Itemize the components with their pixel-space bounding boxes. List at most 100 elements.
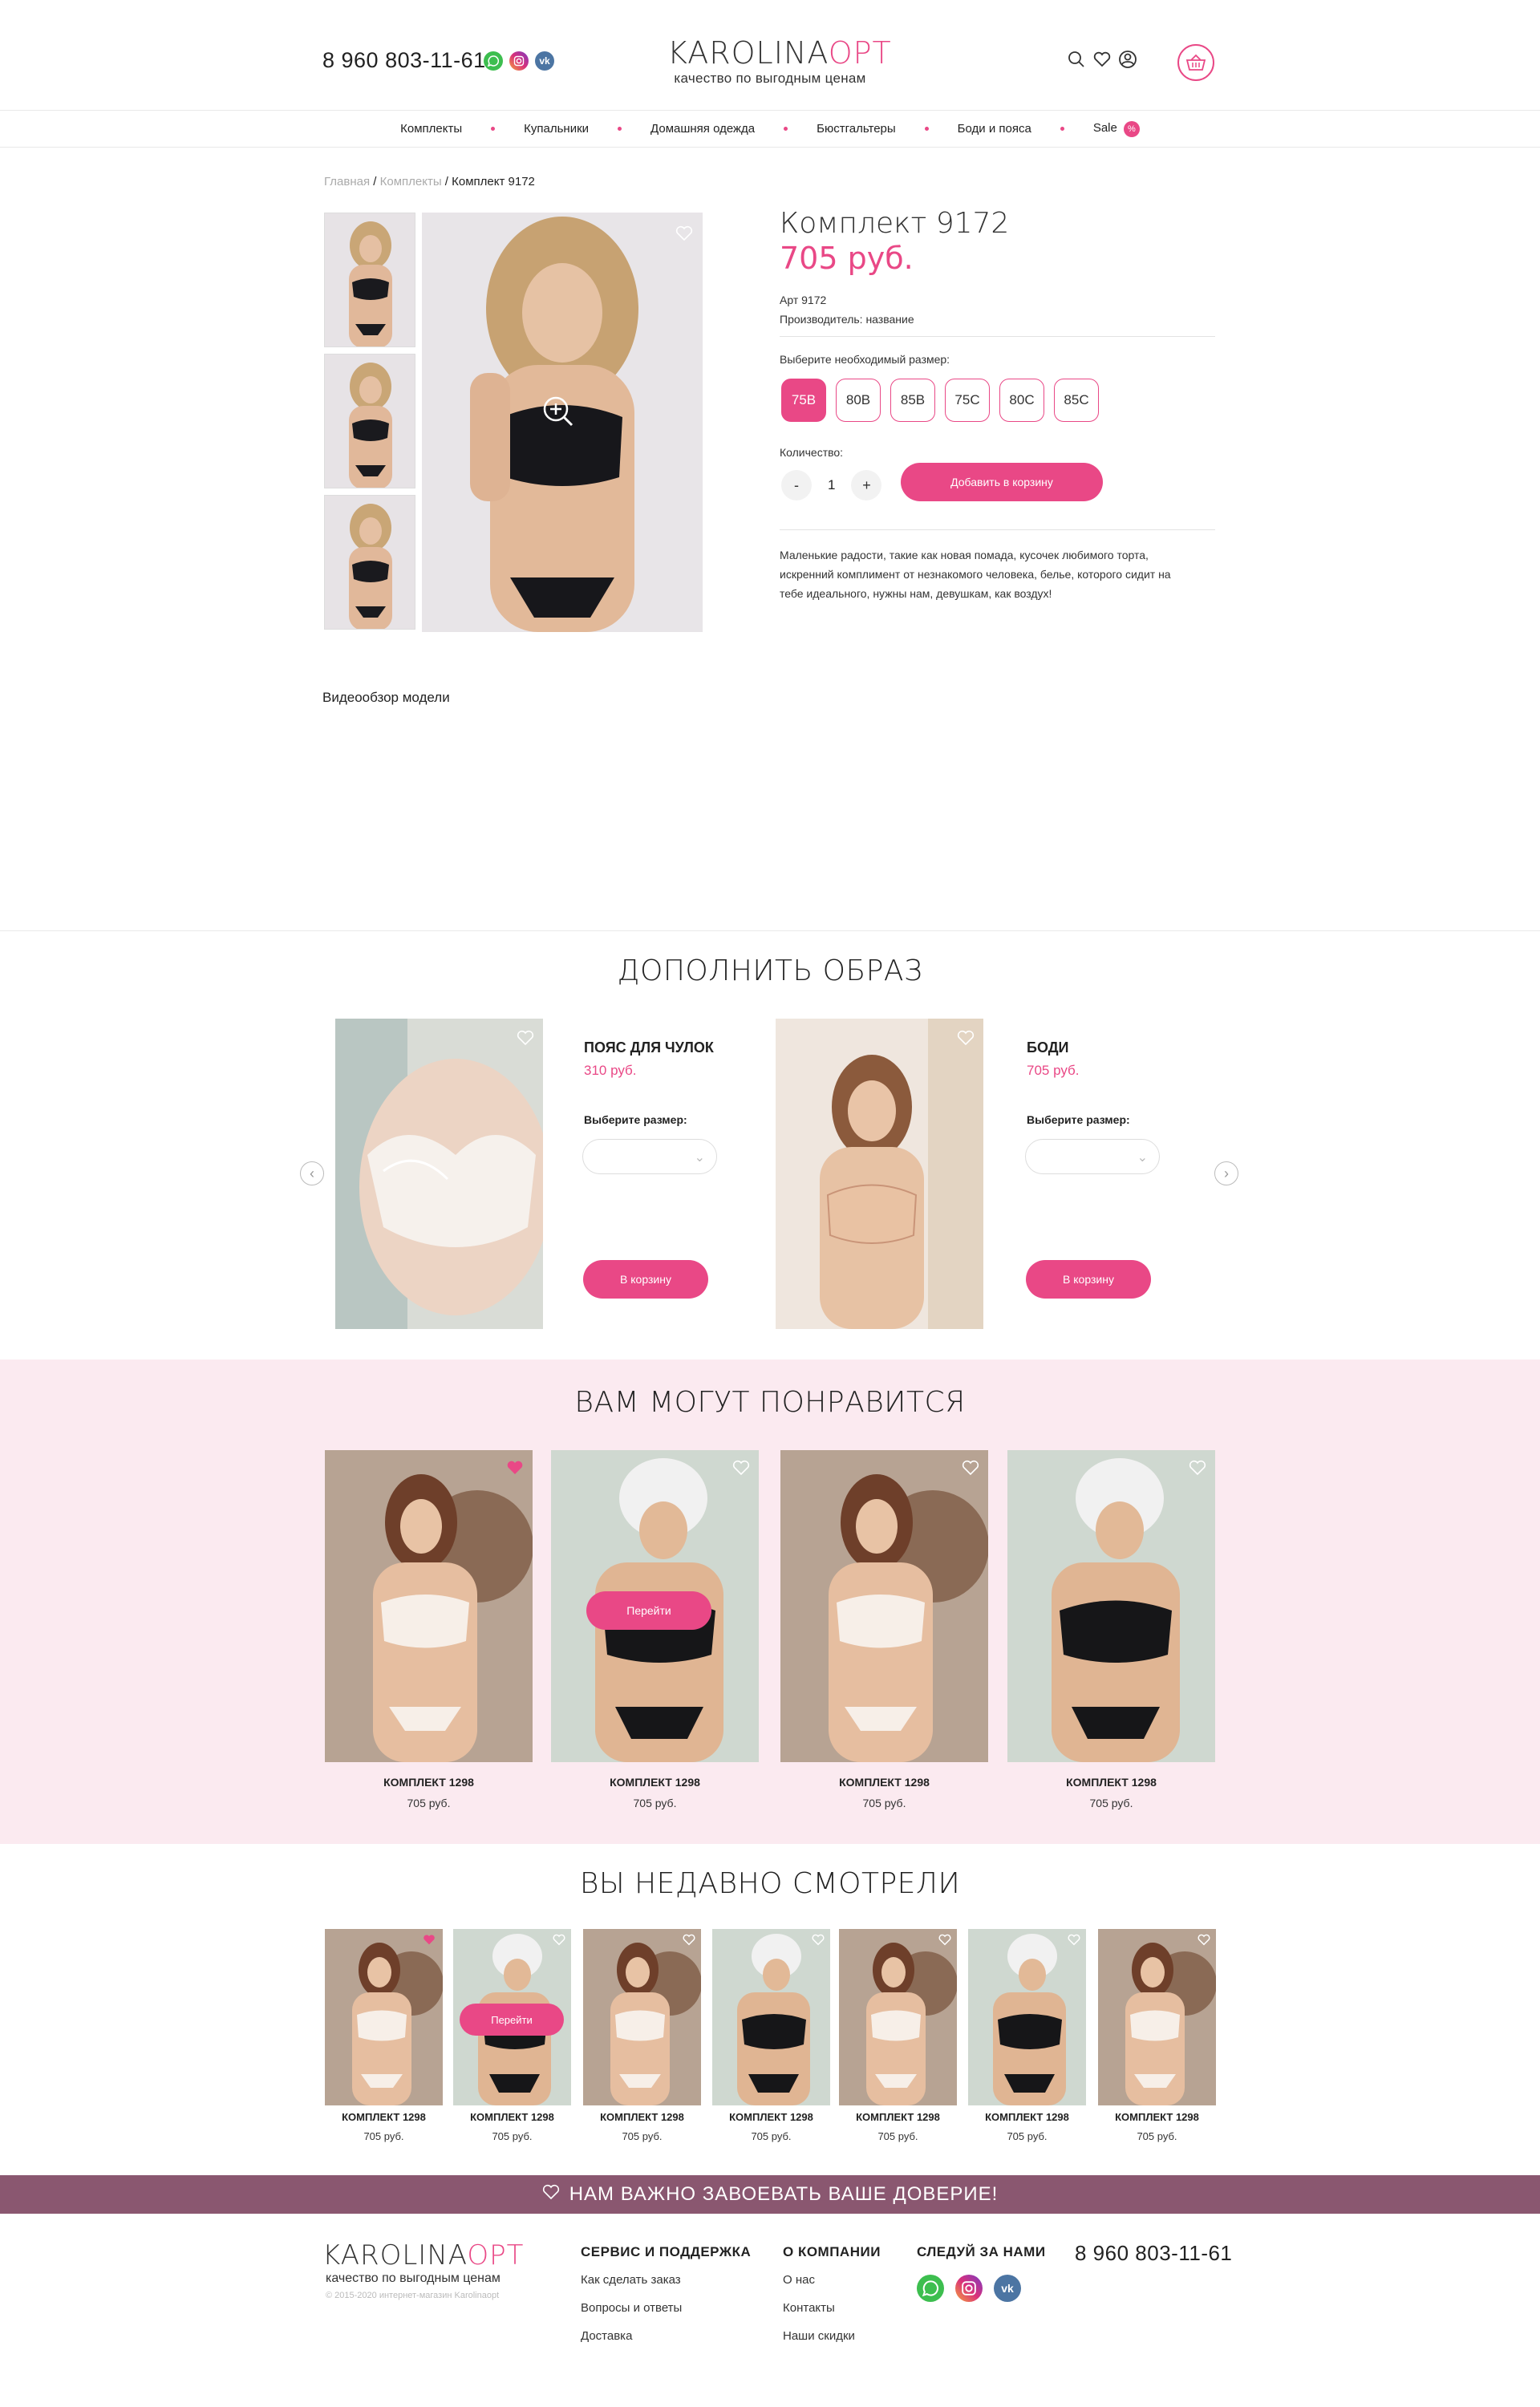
recent-card-image[interactable]	[839, 1929, 957, 2105]
complement-title: ДОПОЛНИТЬ ОБРАЗ	[617, 954, 923, 987]
product-card-name[interactable]: КОМПЛЕКТ 1298	[1007, 1776, 1215, 1789]
product-main-image[interactable]	[422, 213, 703, 632]
vk-icon[interactable]: vk	[535, 51, 554, 71]
header-phone[interactable]: 8 960 803-11-61	[322, 48, 486, 73]
product-card-name[interactable]: КОМПЛЕКТ 1298	[551, 1776, 759, 1789]
site-header: 8 960 803-11-61 vk KAROLINAOPT качество …	[0, 0, 1540, 111]
product-card-image[interactable]: Перейти	[551, 1450, 759, 1762]
whatsapp-icon[interactable]	[484, 51, 503, 71]
product-card-price: 705 руб.	[1089, 1797, 1133, 1809]
site-logo[interactable]: KAROLINAOPT качество по выгодным ценам	[667, 35, 891, 87]
footer-link[interactable]: Как сделать заказ	[581, 2273, 681, 2287]
instagram-icon[interactable]	[509, 51, 529, 71]
breadcrumb-category[interactable]: Комплекты	[380, 175, 442, 188]
recent-card-name[interactable]: КОМПЛЕКТ 1298	[1098, 2111, 1216, 2123]
nav-item-sale[interactable]: Sale%	[1064, 120, 1169, 137]
footer-tagline: качество по выгодным ценам	[326, 2271, 500, 2285]
size-option[interactable]: 75B	[781, 379, 826, 422]
favorite-icon-active[interactable]	[506, 1460, 524, 1476]
complement-image[interactable]	[335, 1019, 543, 1329]
footer-link[interactable]: Контакты	[783, 2301, 835, 2315]
go-to-product-button[interactable]: Перейти	[586, 1591, 711, 1630]
favorite-icon[interactable]	[812, 1934, 829, 1950]
complement-size-label: Выберите размер:	[584, 1113, 687, 1126]
favorite-icon[interactable]	[553, 1934, 570, 1950]
recent-card-image[interactable]: Перейти	[453, 1929, 571, 2105]
recent-card-image[interactable]	[583, 1929, 701, 2105]
product-thumbnail[interactable]	[324, 495, 415, 630]
size-option[interactable]: 80C	[999, 379, 1044, 422]
chevron-right-icon[interactable]: ›	[1214, 1161, 1238, 1185]
add-to-cart-button[interactable]: В корзину	[583, 1260, 708, 1299]
recent-card-name[interactable]: КОМПЛЕКТ 1298	[453, 2111, 571, 2123]
size-option[interactable]: 75C	[945, 379, 990, 422]
favorite-icon[interactable]	[683, 1934, 700, 1950]
size-select[interactable]: ⌄	[582, 1139, 717, 1174]
nav-item-bodies[interactable]: Боди и пояса	[929, 122, 1060, 136]
footer-link[interactable]: О нас	[783, 2273, 815, 2287]
favorite-icon[interactable]	[938, 1934, 956, 1950]
recent-card-price: 705 руб.	[1007, 2130, 1048, 2142]
recent-card-name[interactable]: КОМПЛЕКТ 1298	[325, 2111, 443, 2123]
size-option[interactable]: 85B	[890, 379, 935, 422]
search-icon[interactable]	[1067, 50, 1086, 69]
product-card-name[interactable]: КОМПЛЕКТ 1298	[325, 1776, 533, 1789]
product-thumbnail[interactable]	[324, 213, 415, 347]
basket-icon[interactable]	[1177, 44, 1214, 81]
size-option[interactable]: 85C	[1054, 379, 1099, 422]
product-card-image[interactable]	[780, 1450, 988, 1762]
qty-minus-button[interactable]: -	[781, 470, 812, 500]
recent-card-name[interactable]: КОМПЛЕКТ 1298	[712, 2111, 830, 2123]
nav-item-bras[interactable]: Бюстгальтеры	[788, 122, 925, 136]
favorite-icon[interactable]	[675, 225, 693, 241]
qty-value[interactable]: 1	[828, 477, 835, 493]
trust-banner-text: НАМ ВАЖНО ЗАВОЕВАТЬ ВАШЕ ДОВЕРИЕ!	[569, 2183, 999, 2205]
add-to-cart-button[interactable]: В корзину	[1026, 1260, 1151, 1299]
recent-card-image[interactable]	[325, 1929, 443, 2105]
section-divider	[0, 930, 1540, 931]
footer-link[interactable]: Наши скидки	[783, 2329, 855, 2343]
whatsapp-icon[interactable]	[917, 2275, 944, 2302]
size-option[interactable]: 80B	[836, 379, 881, 422]
nav-item-homewear[interactable]: Домашняя одежда	[622, 122, 784, 136]
go-to-product-button[interactable]: Перейти	[460, 2004, 564, 2036]
nav-item-sets[interactable]: Комплекты	[371, 122, 491, 136]
chevron-left-icon[interactable]: ‹	[300, 1161, 324, 1185]
favorite-icon[interactable]	[962, 1460, 979, 1476]
footer-link[interactable]: Вопросы и ответы	[581, 2301, 682, 2315]
add-to-cart-button[interactable]: Добавить в корзину	[901, 463, 1103, 501]
instagram-icon[interactable]	[955, 2275, 983, 2302]
recent-card-image[interactable]	[968, 1929, 1086, 2105]
divider	[780, 336, 1215, 337]
recent-card-name[interactable]: КОМПЛЕКТ 1298	[583, 2111, 701, 2123]
favorite-icon[interactable]	[517, 1030, 534, 1046]
product-thumbnail[interactable]	[324, 354, 415, 488]
zoom-icon[interactable]	[542, 395, 574, 428]
footer-phone[interactable]: 8 960 803-11-61	[1075, 2241, 1232, 2266]
favorite-icon-active[interactable]	[423, 1934, 440, 1950]
recent-card-image[interactable]	[712, 1929, 830, 2105]
footer-link[interactable]: Доставка	[581, 2329, 632, 2343]
favorite-icon[interactable]	[1198, 1934, 1215, 1950]
product-card-name[interactable]: КОМПЛЕКТ 1298	[780, 1776, 988, 1789]
favorite-icon[interactable]	[957, 1030, 975, 1046]
product-card-image[interactable]	[325, 1450, 533, 1762]
qty-plus-button[interactable]: +	[851, 470, 882, 500]
footer-logo[interactable]: KAROLINAOPT качество по выгодным ценам ©…	[322, 2239, 524, 2300]
recent-title: ВЫ НЕДАВНО СМОТРЕЛИ	[579, 1867, 961, 1900]
favorite-icon[interactable]	[732, 1460, 750, 1476]
recent-card-name[interactable]: КОМПЛЕКТ 1298	[968, 2111, 1086, 2123]
product-card-image[interactable]	[1007, 1450, 1215, 1762]
nav-item-swimsuits[interactable]: Купальники	[495, 122, 618, 136]
size-select[interactable]: ⌄	[1025, 1139, 1160, 1174]
user-icon[interactable]	[1118, 50, 1137, 69]
complement-image[interactable]	[776, 1019, 983, 1329]
recent-card-name[interactable]: КОМПЛЕКТ 1298	[839, 2111, 957, 2123]
vk-icon[interactable]: vk	[994, 2275, 1021, 2302]
heart-icon[interactable]	[1092, 50, 1112, 69]
favorite-icon[interactable]	[1189, 1460, 1206, 1476]
breadcrumb-home[interactable]: Главная	[324, 175, 370, 188]
recent-card-image[interactable]	[1098, 1929, 1216, 2105]
product-article: Арт 9172	[780, 294, 827, 306]
favorite-icon[interactable]	[1068, 1934, 1085, 1950]
